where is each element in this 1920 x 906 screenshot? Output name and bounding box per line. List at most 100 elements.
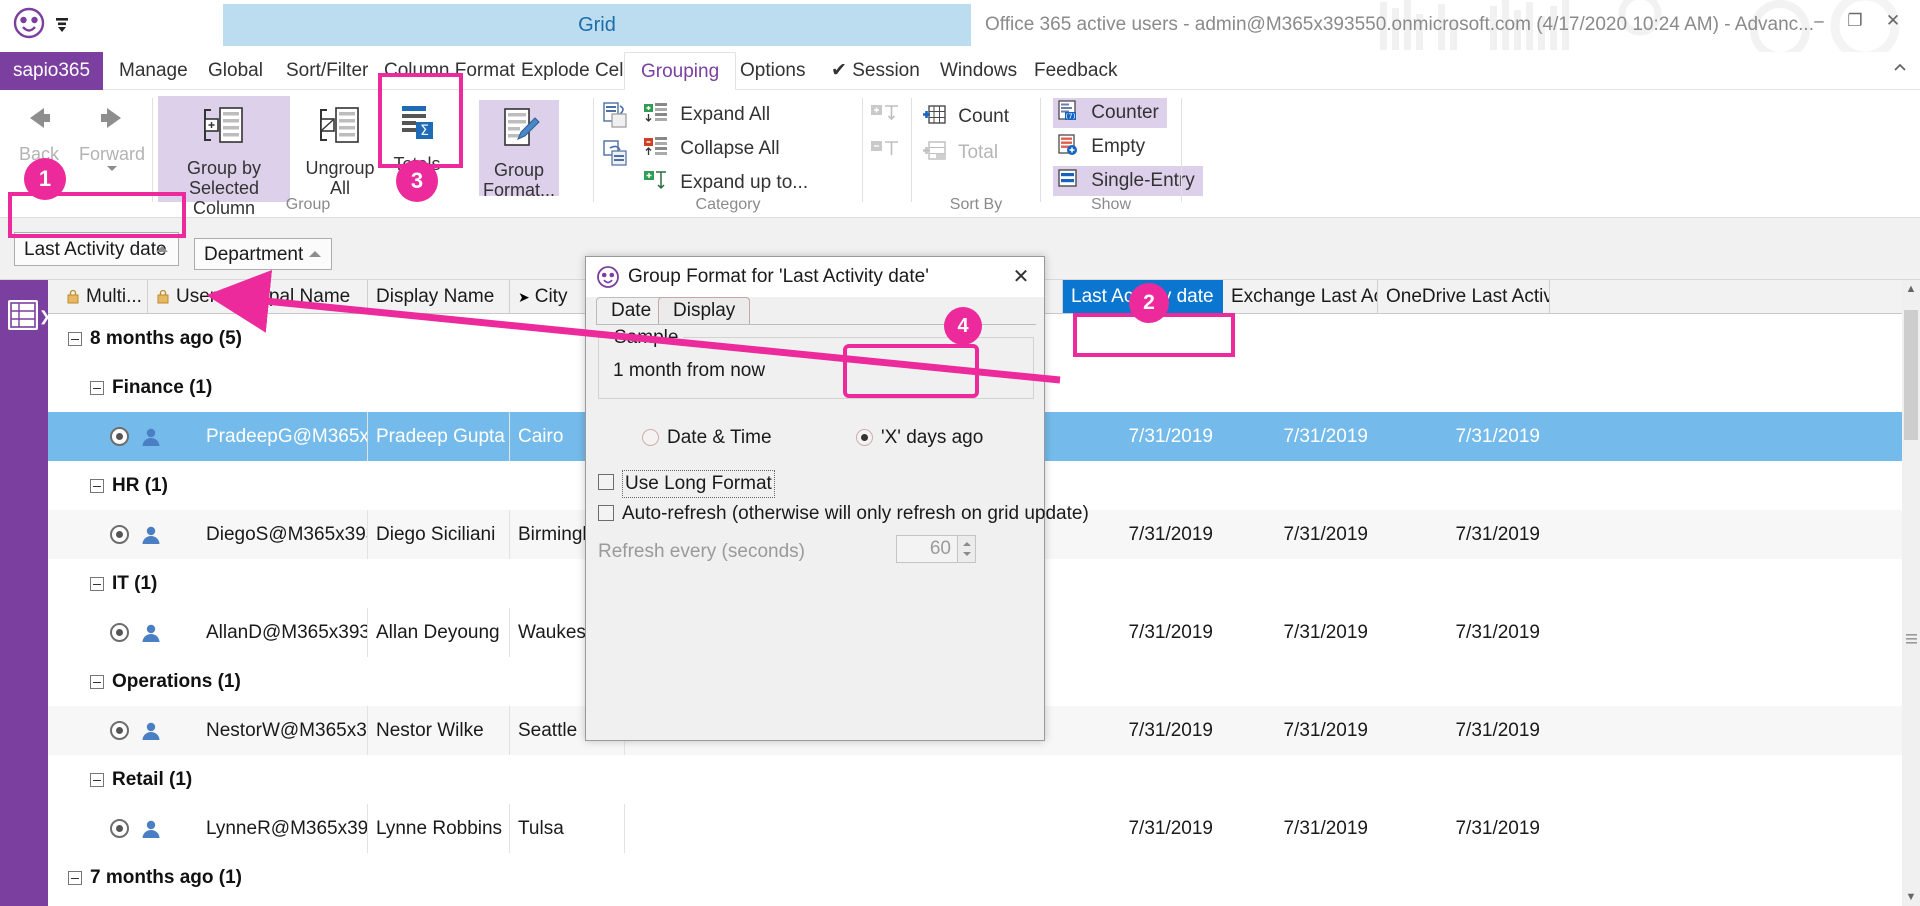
tab-options[interactable]: Options [724, 52, 821, 90]
cell-last-activity-date[interactable]: 7/31/2019 [1063, 608, 1223, 657]
tab-feedback[interactable]: Feedback [1018, 52, 1133, 90]
cell-exchange-last-activity[interactable]: 7/31/2019 [1223, 804, 1378, 853]
annotation-badge-1: 1 [24, 158, 66, 200]
cell-exchange-last-activity[interactable]: 7/31/2019 [1223, 706, 1378, 755]
copy-format-icon[interactable] [600, 100, 630, 136]
maximize-button[interactable]: ❐ [1838, 8, 1872, 34]
forward-button[interactable]: Forward [76, 96, 148, 198]
radio-date-time-label: Date & Time [667, 427, 772, 448]
group-header-row[interactable]: Engineering (1) [48, 902, 1920, 906]
scroll-up-icon[interactable]: ▲ [1902, 280, 1920, 298]
cell-last-activity-date[interactable]: 7/31/2019 [1063, 804, 1223, 853]
collapse-expander-icon[interactable] [90, 577, 104, 591]
collapse-expander-icon[interactable] [90, 773, 104, 787]
cell-user-principal-name[interactable]: AllanD@M365x393550.OnMicro [198, 608, 368, 657]
collapse-expander-icon[interactable] [90, 479, 104, 493]
tab-windows[interactable]: Windows [924, 52, 1033, 90]
grid-view-icon[interactable] [8, 300, 38, 330]
cell-exchange-last-activity[interactable]: 7/31/2019 [1223, 412, 1378, 461]
chevron-up-icon[interactable] [1892, 60, 1908, 81]
expand-all-button[interactable]: Expand All [644, 100, 770, 130]
tab-grouping[interactable]: Grouping [624, 52, 737, 91]
row-select-radio[interactable] [110, 623, 129, 642]
cell-display-name[interactable]: Lynne Robbins [368, 804, 510, 853]
table-row[interactable]: LynneR@M365x393550.OnMicroLynne RobbinsT… [48, 804, 1920, 853]
cell-onedrive-last-activity[interactable]: 7/31/2019 [1378, 804, 1550, 853]
cell-user-principal-name[interactable]: LynneR@M365x393550.OnMicro [198, 804, 368, 853]
cell-user-principal-name[interactable]: DiegoS@M365x393550.OnMicro [198, 510, 368, 559]
row-select-radio[interactable] [110, 721, 129, 740]
vertical-scrollbar[interactable]: ▲ ▼ [1902, 280, 1920, 906]
user-icon [140, 622, 162, 644]
column-header-multi[interactable]: Multi... [58, 280, 148, 313]
cell-last-activity-date[interactable]: 7/31/2019 [1063, 706, 1223, 755]
cell-exchange-last-activity[interactable]: 7/31/2019 [1223, 510, 1378, 559]
collapse-all-icon [644, 136, 668, 168]
column-header-exchange-last-activity[interactable]: Exchange Last Activity... [1223, 280, 1378, 313]
cell-display-name[interactable]: Nestor Wilke [368, 706, 510, 755]
sort-by-count-button[interactable]: Count [922, 102, 1009, 132]
group-format-button[interactable]: Group Format... [479, 100, 559, 200]
collapse-expander-icon[interactable] [90, 675, 104, 689]
quick-access-toolbar-icon[interactable] [52, 14, 72, 34]
scrollbar-thumb[interactable] [1904, 310, 1918, 440]
chevron-up-icon[interactable] [309, 251, 321, 257]
cell-onedrive-last-activity[interactable]: 7/31/2019 [1378, 706, 1550, 755]
row-select-radio[interactable] [110, 427, 129, 446]
stepper-arrows-icon[interactable] [957, 536, 975, 562]
tab-global[interactable]: Global [192, 52, 279, 90]
expand-up-to-button[interactable]: Expand up to... [644, 168, 808, 198]
user-icon [140, 720, 162, 742]
column-header-onedrive-last-activity[interactable]: OneDrive Last Activity... [1378, 280, 1550, 313]
tab-sapio365[interactable]: sapio365 [0, 52, 103, 90]
chevron-up-icon[interactable] [156, 246, 168, 252]
cell-onedrive-last-activity[interactable]: 7/31/2019 [1378, 510, 1550, 559]
group-header-row[interactable]: Retail (1) [48, 755, 1920, 804]
scrollbar-grip[interactable] [1905, 630, 1918, 648]
group-by-field-2-combobox[interactable]: Department [194, 238, 332, 270]
cell-display-name[interactable]: Pradeep Gupta [368, 412, 510, 461]
column-header-user-principal-name[interactable]: User Principal Name [148, 280, 368, 313]
group-format-line1: Group [493, 160, 545, 180]
group-header-row[interactable]: 7 months ago (1) [48, 853, 1920, 902]
tab-manage[interactable]: Manage [103, 52, 204, 90]
cell-user-principal-name[interactable]: PradeepG@M365x393550.OnMic [198, 412, 368, 461]
cell-display-name[interactable]: Diego Siciliani [368, 510, 510, 559]
ungroup-all-button[interactable]: Ungroup All [294, 96, 386, 198]
cell-last-activity-date[interactable]: 7/31/2019 [1063, 412, 1223, 461]
collapse-expander-icon[interactable] [68, 332, 82, 346]
decrease-level-icon[interactable] [871, 140, 901, 168]
show-empty-toggle[interactable]: Empty [1053, 132, 1153, 162]
refresh-interval-stepper[interactable]: 60 [896, 535, 976, 563]
minimize-button[interactable]: – [1802, 8, 1836, 34]
dialog-tab-date[interactable]: Date [596, 297, 667, 324]
row-select-radio[interactable] [110, 525, 129, 544]
close-window-button[interactable]: ✕ [1876, 8, 1910, 34]
collapse-expander-icon[interactable] [90, 381, 104, 395]
forward-caret-icon[interactable] [107, 166, 117, 171]
cell-display-name[interactable]: Allan Deyoung [368, 608, 510, 657]
ungroup-all-icon [294, 102, 386, 154]
sort-by-total-button[interactable]: Total [922, 138, 998, 168]
cell-city[interactable]: Tulsa [510, 804, 625, 853]
scroll-down-icon[interactable]: ▼ [1902, 888, 1920, 906]
cell-exchange-last-activity[interactable]: 7/31/2019 [1223, 608, 1378, 657]
group-header-label: 8 months ago (5) [90, 328, 243, 349]
column-header-display-name[interactable]: Display Name [368, 280, 510, 313]
dialog-tab-display[interactable]: Display [658, 297, 751, 324]
cell-onedrive-last-activity[interactable]: 7/31/2019 [1378, 608, 1550, 657]
collapse-expander-icon[interactable] [68, 871, 82, 885]
tab-session[interactable]: ✔ Session [815, 52, 936, 90]
close-icon[interactable]: ✕ [1006, 263, 1036, 291]
row-select-radio[interactable] [110, 819, 129, 838]
cell-onedrive-last-activity[interactable]: 7/31/2019 [1378, 412, 1550, 461]
collapse-all-button[interactable]: Collapse All [644, 134, 780, 164]
show-counter-toggle[interactable]: (7) Counter [1053, 98, 1167, 128]
sapio365-logo-icon[interactable] [12, 6, 46, 40]
refresh-interval-value: 60 [929, 538, 951, 559]
cell-user-principal-name[interactable]: NestorW@M365x393550.OnMic [198, 706, 368, 755]
window-tab-grid[interactable]: Grid [223, 4, 971, 46]
increase-level-icon[interactable] [871, 104, 901, 132]
group-by-selected-column-button[interactable]: Group by Selected Column [158, 96, 290, 218]
paste-format-icon[interactable] [600, 138, 630, 174]
